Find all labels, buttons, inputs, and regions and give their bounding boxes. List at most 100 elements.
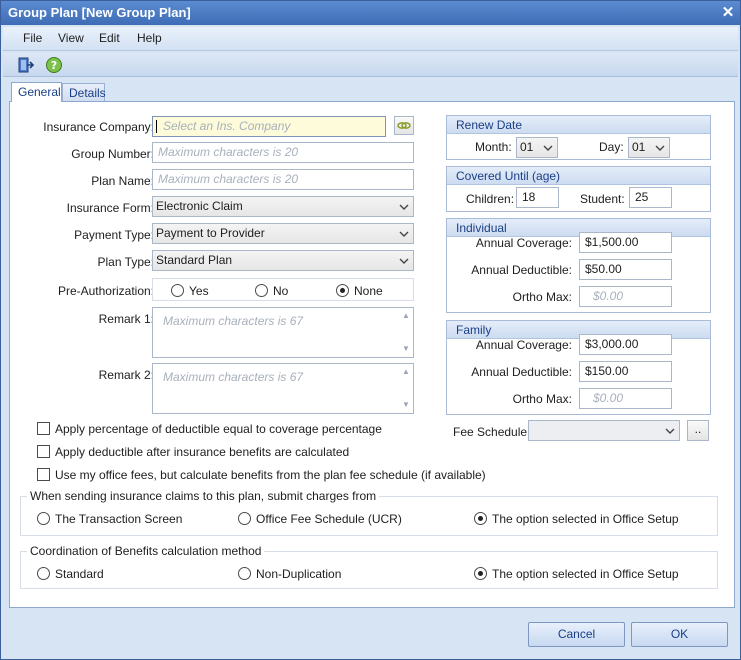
student-label: Student:	[580, 192, 625, 206]
individual-ortho-max-input[interactable]: $0.00	[579, 286, 672, 307]
deductible-after-benefits-checkbox[interactable]	[37, 445, 50, 458]
remark2-scrollbar[interactable]: ▲ ▼	[399, 364, 413, 413]
tab-details[interactable]: Details	[62, 83, 106, 102]
deductible-percentage-checkbox[interactable]	[37, 422, 50, 435]
chevron-down-icon	[399, 204, 409, 210]
pre-auth-no-label: No	[273, 284, 289, 298]
group-number-input[interactable]: Maximum characters is 20	[152, 142, 414, 163]
plan-type-select[interactable]: Standard Plan	[152, 250, 414, 271]
submit-charges-legend: When sending insurance claims to this pl…	[27, 489, 380, 503]
pre-auth-yes-label: Yes	[189, 284, 209, 298]
toolbar: ?	[3, 53, 738, 77]
insurance-company-input[interactable]: Select an Ins. Company	[152, 116, 386, 137]
menu-bar: File View Edit Help	[3, 27, 738, 51]
menu-help[interactable]: Help	[137, 31, 162, 45]
remark1-scrollbar[interactable]: ▲ ▼	[399, 308, 413, 357]
submit-office-setup-radio[interactable]	[474, 512, 487, 525]
renew-date-title: Renew Date	[447, 116, 710, 134]
cob-non-duplication-label: Non-Duplication	[256, 567, 342, 581]
window-title: Group Plan [New Group Plan]	[8, 5, 191, 20]
payment-type-label: Payment Type:	[74, 228, 154, 242]
student-age-input[interactable]: 25	[629, 187, 672, 208]
chevron-down-icon	[399, 231, 409, 237]
cob-group: Coordination of Benefits calculation met…	[20, 544, 718, 589]
covered-until-title: Covered Until (age)	[447, 167, 710, 185]
family-group: Family Annual Coverage: $3,000.00 Annual…	[446, 320, 711, 415]
pre-auth-none-label: None	[354, 284, 383, 298]
submit-transaction-screen-label: The Transaction Screen	[55, 512, 183, 526]
individual-annual-deductible-input[interactable]: $50.00	[579, 259, 672, 280]
link-icon[interactable]	[394, 116, 414, 135]
exit-door-icon[interactable]	[17, 56, 35, 74]
close-icon[interactable]: ✕	[720, 5, 736, 21]
children-age-input[interactable]: 18	[516, 187, 559, 208]
month-select[interactable]: 01	[516, 137, 558, 158]
plan-name-input[interactable]: Maximum characters is 20	[152, 169, 414, 190]
cancel-button[interactable]: Cancel	[528, 622, 625, 647]
pre-authorization-label: Pre-Authorization:	[57, 284, 154, 298]
chevron-down-icon	[665, 428, 675, 434]
remark1-textarea[interactable]: Maximum characters is 67 ▲ ▼	[152, 307, 414, 358]
office-fees-label: Use my office fees, but calculate benefi…	[55, 468, 486, 482]
plan-name-label: Plan Name:	[91, 174, 154, 188]
plan-type-label: Plan Type:	[97, 255, 154, 269]
renew-date-group: Renew Date Month: 01 Day: 01	[446, 115, 711, 160]
cob-legend: Coordination of Benefits calculation met…	[27, 544, 265, 558]
chevron-down-icon	[543, 145, 553, 151]
month-label: Month:	[475, 140, 512, 154]
pre-auth-yes-radio[interactable]	[171, 284, 184, 297]
pre-auth-no-radio[interactable]	[255, 284, 268, 297]
submit-office-setup-label: The option selected in Office Setup	[492, 512, 679, 526]
pre-auth-none-radio[interactable]	[336, 284, 349, 297]
individual-group: Individual Annual Coverage: $1,500.00 An…	[446, 218, 711, 313]
menu-file[interactable]: File	[23, 31, 42, 45]
insurance-form-label: Insurance Form:	[66, 201, 154, 215]
family-annual-coverage-input[interactable]: $3,000.00	[579, 334, 672, 355]
insurance-form-select[interactable]: Electronic Claim	[152, 196, 414, 217]
individual-annual-deductible-label: Annual Deductible:	[471, 263, 572, 277]
cob-non-duplication-radio[interactable]	[238, 567, 251, 580]
individual-annual-coverage-input[interactable]: $1,500.00	[579, 232, 672, 253]
fee-schedule-select[interactable]	[528, 420, 680, 441]
group-plan-window: Group Plan [New Group Plan] ✕ File View …	[0, 0, 741, 660]
family-ortho-max-input[interactable]: $0.00	[579, 388, 672, 409]
fee-schedule-browse-button[interactable]: ..	[687, 420, 709, 441]
family-annual-coverage-label: Annual Coverage:	[475, 338, 572, 352]
children-label: Children:	[466, 192, 515, 206]
help-icon[interactable]: ?	[45, 56, 63, 74]
submit-transaction-screen-radio[interactable]	[37, 512, 50, 525]
family-annual-deductible-label: Annual Deductible:	[471, 365, 572, 379]
deductible-after-benefits-label: Apply deductible after insurance benefit…	[55, 445, 350, 459]
chevron-down-icon	[655, 145, 665, 151]
individual-ortho-max-label: Ortho Max:	[512, 290, 572, 304]
cob-standard-radio[interactable]	[37, 567, 50, 580]
covered-until-group: Covered Until (age) Children: 18 Student…	[446, 166, 711, 212]
remark2-textarea[interactable]: Maximum characters is 67 ▲ ▼	[152, 363, 414, 414]
deductible-percentage-label: Apply percentage of deductible equal to …	[55, 422, 382, 436]
svg-text:?: ?	[51, 59, 57, 72]
day-select[interactable]: 01	[628, 137, 670, 158]
menu-edit[interactable]: Edit	[99, 31, 120, 45]
family-annual-deductible-input[interactable]: $150.00	[579, 361, 672, 382]
cob-office-setup-radio[interactable]	[474, 567, 487, 580]
pre-authorization-group: Yes No None	[152, 278, 414, 301]
individual-annual-coverage-label: Annual Coverage:	[475, 236, 572, 250]
ok-button[interactable]: OK	[631, 622, 728, 647]
group-number-label: Group Number:	[71, 147, 154, 161]
remark1-label: Remark 1:	[98, 312, 154, 326]
chevron-down-icon	[399, 258, 409, 264]
insurance-company-label: Insurance Company:	[43, 120, 154, 134]
office-fees-checkbox[interactable]	[37, 468, 50, 481]
fee-schedule-label: Fee Schedule:	[453, 425, 531, 439]
menu-view[interactable]: View	[58, 31, 84, 45]
submit-office-fee-schedule-radio[interactable]	[238, 512, 251, 525]
tab-general[interactable]: General	[11, 82, 62, 102]
day-label: Day:	[599, 140, 624, 154]
payment-type-select[interactable]: Payment to Provider	[152, 223, 414, 244]
submit-charges-group: When sending insurance claims to this pl…	[20, 489, 718, 536]
family-ortho-max-label: Ortho Max:	[512, 392, 572, 406]
general-panel: Insurance Company: Select an Ins. Compan…	[9, 101, 735, 608]
remark2-label: Remark 2:	[98, 368, 154, 382]
title-bar: Group Plan [New Group Plan] ✕	[1, 1, 740, 25]
cob-office-setup-label: The option selected in Office Setup	[492, 567, 679, 581]
